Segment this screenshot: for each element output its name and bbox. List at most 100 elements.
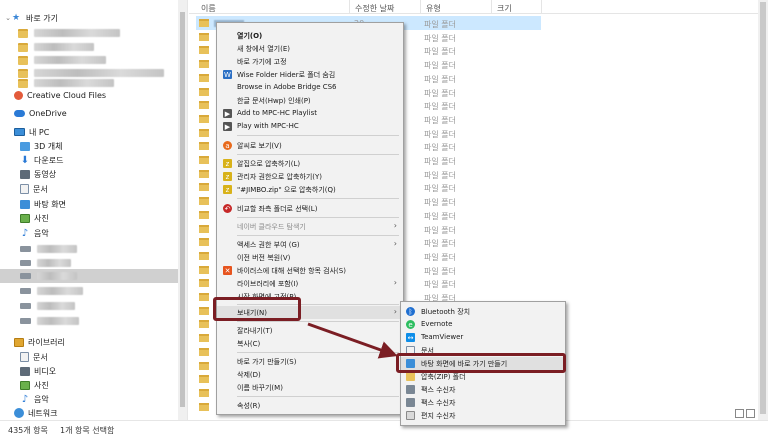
nav-pc-downloads[interactable]: ⬇ 다운로드: [20, 153, 64, 167]
nav-pc-desktop[interactable]: 바탕 화면: [20, 197, 66, 211]
nav-drive[interactable]: [20, 242, 77, 256]
sendto-fax-1[interactable]: 팩스 수신자: [401, 383, 565, 396]
nav-pc-3d[interactable]: 3D 개체: [20, 139, 63, 153]
menu-separator: [237, 217, 399, 218]
nav-drive[interactable]: [20, 299, 75, 313]
chevron-down-icon[interactable]: ⌄: [4, 14, 12, 22]
drive-icon: [20, 303, 31, 309]
nav-drive-selected[interactable]: [0, 269, 178, 283]
nav-lib-pictures[interactable]: 사진: [20, 378, 49, 392]
menu-alzip-compress[interactable]: z 알집으로 압축하기(L): [217, 157, 403, 170]
menu-pin-quick-access[interactable]: 바로 가기에 고정: [217, 55, 403, 68]
menu-alsee-view[interactable]: a 알씨로 보기(V): [217, 139, 403, 152]
list-scrollbar[interactable]: [758, 0, 768, 420]
nav-quick-item[interactable]: [18, 53, 106, 67]
column-separator: [349, 0, 350, 14]
row-type: 파일 폴더: [424, 239, 456, 249]
folder-icon: [199, 402, 209, 411]
drive-icon: [20, 246, 31, 252]
compare-icon: ↶: [223, 204, 232, 213]
row-type: 파일 폴더: [424, 88, 456, 98]
sendto-mail[interactable]: 편지 수신자: [401, 409, 565, 422]
menu-rename[interactable]: 이름 바꾸기(M): [217, 381, 403, 394]
column-name[interactable]: 이름: [201, 3, 216, 14]
nav-quick-item[interactable]: [18, 26, 120, 40]
column-type[interactable]: 유형: [426, 3, 441, 14]
nav-libraries[interactable]: 라이브러리: [14, 335, 65, 349]
nav-lib-videos[interactable]: 비디오: [20, 364, 56, 378]
folder-icon: [18, 28, 28, 38]
nav-scrollbar-thumb[interactable]: [180, 12, 185, 407]
nav-lib-documents[interactable]: 문서: [20, 350, 48, 364]
menu-alzip-admin[interactable]: z 관리자 권한으로 압축하기(Y): [217, 170, 403, 183]
menu-browse-bridge[interactable]: Browse in Adobe Bridge CS6: [217, 81, 403, 94]
menu-virus-scan[interactable]: ✕ 바이러스에 대해 선택한 항목 검사(S): [217, 264, 403, 277]
menu-delete[interactable]: 삭제(D): [217, 368, 403, 381]
nav-network[interactable]: 네트워크: [14, 406, 57, 420]
music-note-icon: ♪: [21, 393, 29, 405]
folder-icon: [199, 251, 209, 260]
row-type: 파일 폴더: [424, 143, 456, 153]
mail-envelope-icon: [406, 411, 415, 420]
menu-give-access[interactable]: 액세스 권한 부여 (G) ›: [217, 238, 403, 251]
menu-include-library[interactable]: 라이브러리에 포함(I) ›: [217, 277, 403, 290]
folder-icon: [18, 78, 28, 88]
nav-lib-music[interactable]: ♪ 음악: [20, 392, 49, 406]
nav-quick-access[interactable]: ⌄ ★ 바로 가기: [4, 11, 58, 25]
menu-compare-folder[interactable]: ↶ 비교할 좌측 폴더로 선택(L): [217, 202, 403, 215]
menu-mpc-playlist[interactable]: ▶ Add to MPC-HC Playlist: [217, 107, 403, 120]
sendto-teamviewer[interactable]: ↔ TeamViewer: [401, 331, 565, 344]
nav-creative-cloud[interactable]: Creative Cloud Files: [14, 88, 106, 102]
menu-open-new-window[interactable]: 새 창에서 열기(E): [217, 42, 403, 55]
column-modified[interactable]: 수정한 날짜: [355, 3, 394, 14]
folder-icon: [199, 334, 209, 343]
nav-drive[interactable]: [20, 284, 83, 298]
nav-drive[interactable]: [20, 314, 79, 328]
menu-create-shortcut[interactable]: 바로 가기 만들기(S): [217, 355, 403, 368]
nav-pc-documents[interactable]: 문서: [20, 182, 48, 196]
column-size[interactable]: 크기: [497, 3, 512, 14]
submenu-arrow-icon: ›: [393, 307, 397, 316]
nav-pc-music[interactable]: ♪ 음악: [20, 226, 49, 240]
network-icon: [14, 408, 24, 418]
large-icons-view-button[interactable]: [746, 409, 755, 418]
column-header-bar: 이름 수정한 날짜 유형 크기: [189, 0, 768, 14]
folder-icon: [199, 128, 209, 137]
list-scrollbar-thumb[interactable]: [760, 2, 766, 414]
row-type: 파일 폴더: [424, 74, 456, 84]
cube-3d-icon: [20, 141, 30, 151]
menu-cut[interactable]: 잘라내기(T): [217, 324, 403, 337]
zip-folder-icon: [406, 372, 415, 381]
row-type: 파일 폴더: [424, 211, 456, 221]
folder-icon: [199, 19, 209, 27]
sendto-fax-2[interactable]: 팩스 수신자: [401, 396, 565, 409]
context-menu: 열기(O) 새 창에서 열기(E) 바로 가기에 고정 W Wise Folder…: [216, 22, 404, 415]
menu-restore-versions[interactable]: 이전 버전 복원(V): [217, 251, 403, 264]
folder-icon: [199, 293, 209, 301]
details-view-button[interactable]: [735, 409, 744, 418]
sendto-evernote[interactable]: e Evernote: [401, 318, 565, 331]
nav-drive[interactable]: [20, 256, 71, 270]
sendto-bluetooth[interactable]: ᛒ Bluetooth 장치: [401, 305, 565, 318]
menu-copy[interactable]: 복사(C): [217, 337, 403, 350]
menu-wise-folder-hider[interactable]: W Wise Folder Hider로 폴더 숨김: [217, 68, 403, 81]
menu-separator: [237, 198, 399, 199]
menu-naver-cloud[interactable]: 네이버 클라우드 탐색기 ›: [217, 220, 403, 233]
menu-alzip-named[interactable]: z "#JIMBO.zip" 으로 압축하기(Q): [217, 183, 403, 196]
row-type: 파일 폴더: [424, 184, 456, 194]
nav-quick-item[interactable]: [18, 40, 94, 54]
menu-mpc-play[interactable]: ▶ Play with MPC-HC: [217, 120, 403, 133]
nav-pc-pictures[interactable]: 사진: [20, 211, 49, 225]
row-type: 파일 폴더: [424, 102, 456, 112]
menu-hwp-print[interactable]: 한글 문서(Hwp) 인쇄(P): [217, 94, 403, 107]
menu-properties[interactable]: 속성(R): [217, 399, 403, 412]
teamviewer-icon: ↔: [406, 333, 415, 342]
onedrive-cloud-icon: [14, 109, 25, 117]
menu-open[interactable]: 열기(O): [217, 29, 403, 42]
nav-this-pc[interactable]: 내 PC: [14, 125, 49, 139]
creative-cloud-icon: [14, 90, 23, 100]
nav-scrollbar[interactable]: [178, 0, 187, 420]
nav-onedrive[interactable]: OneDrive: [14, 106, 67, 120]
menu-separator: [237, 352, 399, 353]
nav-pc-videos[interactable]: 동영상: [20, 167, 56, 181]
